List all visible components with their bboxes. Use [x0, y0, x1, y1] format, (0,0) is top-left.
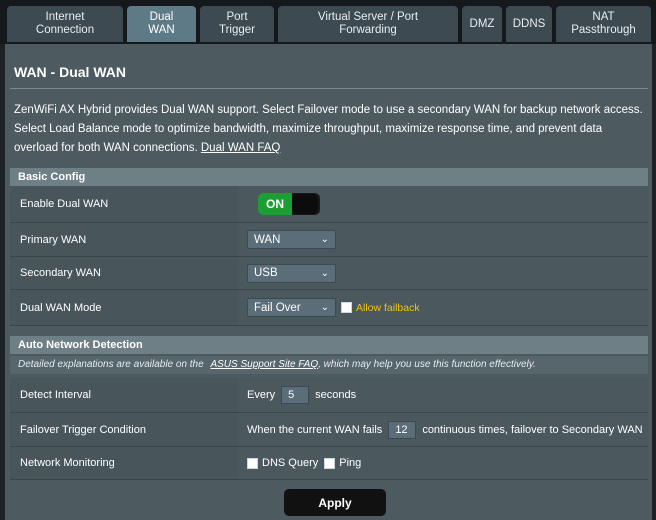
tab-internet-connection[interactable]: Internet Connection	[7, 6, 123, 42]
chevron-down-icon: ⌄	[320, 302, 329, 313]
tab-bar: Internet Connection Dual WAN Port Trigge…	[0, 0, 656, 44]
support-note: Detailed explanations are available on t…	[10, 356, 648, 374]
primary-wan-row: Primary WAN WAN ⌄	[10, 223, 648, 257]
detect-interval-input[interactable]: 5	[281, 386, 310, 404]
enable-dual-wan-label: Enable Dual WAN	[10, 186, 238, 222]
enable-dual-wan-toggle[interactable]: ON	[258, 193, 320, 215]
page-title: WAN - Dual WAN	[14, 64, 126, 80]
ping-checkbox[interactable]	[324, 457, 336, 469]
support-note-suffix: , which may help you use this function e…	[318, 359, 536, 370]
failover-trigger-suffix: continuous times, failover to Secondary …	[422, 423, 643, 436]
description-text: ZenWiFi AX Hybrid provides Dual WAN supp…	[14, 104, 643, 154]
allow-failback-label: Allow failback	[356, 301, 420, 314]
allow-failback-checkbox[interactable]	[341, 302, 352, 313]
tab-nat-passthrough[interactable]: NAT Passthrough	[556, 6, 651, 42]
failover-trigger-row: Failover Trigger Condition When the curr…	[10, 413, 648, 447]
primary-wan-label: Primary WAN	[10, 223, 238, 256]
dual-wan-mode-value: Fail Over	[254, 301, 301, 314]
failover-trigger-prefix: When the current WAN fails	[247, 423, 383, 436]
tab-dual-wan[interactable]: Dual WAN	[127, 6, 196, 42]
secondary-wan-label: Secondary WAN	[10, 257, 238, 289]
primary-wan-select[interactable]: WAN ⌄	[247, 230, 336, 249]
secondary-wan-select[interactable]: USB ⌄	[247, 263, 336, 283]
dual-wan-mode-row: Dual WAN Mode Fail Over ⌄ Allow failback	[10, 290, 648, 326]
toggle-knob	[292, 194, 318, 214]
tab-ddns[interactable]: DDNS	[506, 6, 552, 42]
network-monitoring-row: Network Monitoring DNS Query Ping	[10, 447, 648, 480]
asus-support-faq-link[interactable]: ASUS Support Site FAQ	[210, 359, 318, 370]
dual-wan-mode-label: Dual WAN Mode	[10, 290, 238, 325]
network-monitoring-label: Network Monitoring	[10, 447, 238, 479]
dns-query-checkbox[interactable]	[247, 457, 258, 469]
detect-interval-suffix: seconds	[315, 389, 357, 401]
enable-dual-wan-row: Enable Dual WAN ON	[10, 186, 648, 223]
apply-button[interactable]: Apply	[284, 489, 386, 516]
title-divider	[10, 88, 648, 89]
tab-virtual-server[interactable]: Virtual Server / Port Forwarding	[278, 6, 458, 42]
ping-label: Ping	[339, 457, 362, 469]
dual-wan-faq-link[interactable]: Dual WAN FAQ	[201, 142, 280, 154]
chevron-down-icon: ⌄	[320, 234, 329, 245]
dns-query-label: DNS Query	[262, 457, 319, 469]
auto-network-detection-header: Auto Network Detection	[10, 336, 648, 354]
dual-wan-mode-select[interactable]: Fail Over ⌄	[247, 298, 336, 317]
tab-dmz[interactable]: DMZ	[462, 6, 502, 42]
toggle-on-label: ON	[258, 193, 292, 215]
detect-interval-row: Detect Interval Every 5 seconds	[10, 378, 648, 413]
support-note-prefix: Detailed explanations are available on t…	[18, 359, 204, 370]
detect-interval-prefix: Every	[247, 389, 276, 401]
chevron-down-icon: ⌄	[320, 267, 329, 279]
failover-trigger-input[interactable]: 12	[388, 420, 417, 439]
failover-trigger-label: Failover Trigger Condition	[10, 413, 238, 446]
secondary-wan-row: Secondary WAN USB ⌄	[10, 257, 648, 290]
page-description: ZenWiFi AX Hybrid provides Dual WAN supp…	[14, 101, 646, 158]
primary-wan-value: WAN	[254, 233, 281, 246]
tab-port-trigger[interactable]: Port Trigger	[200, 6, 274, 42]
detect-interval-label: Detect Interval	[10, 378, 238, 412]
secondary-wan-value: USB	[254, 267, 278, 279]
basic-config-header: Basic Config	[10, 168, 648, 186]
